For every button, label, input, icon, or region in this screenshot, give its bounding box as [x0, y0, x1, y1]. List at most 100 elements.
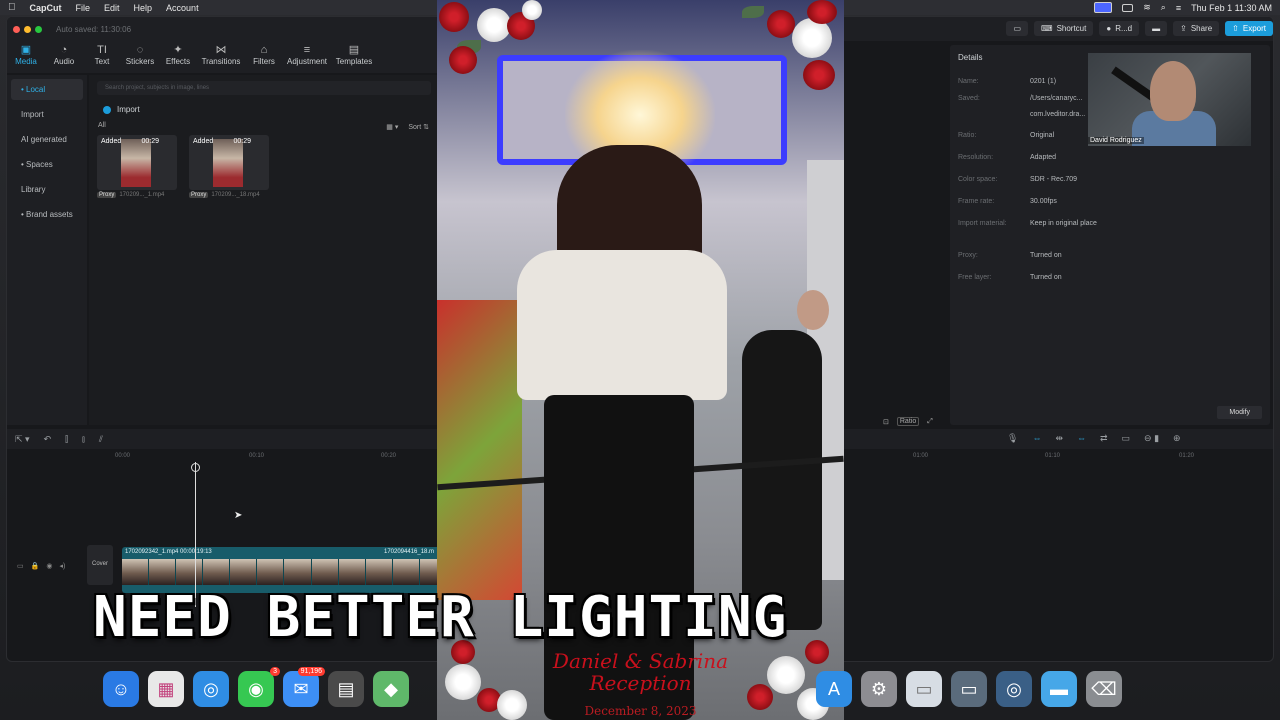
sidebar-item-spaces[interactable]: • Spaces [11, 154, 83, 175]
red-rose [439, 2, 469, 32]
dock-glyph: ◆ [384, 678, 398, 699]
screen-record-icon[interactable] [1094, 2, 1113, 13]
sidebar-item-ai-generated[interactable]: AI generated [11, 129, 83, 150]
tab-templates[interactable]: ▤ Templates [331, 41, 377, 73]
finder-icon[interactable]: ☺ [103, 671, 139, 707]
cover-button[interactable]: Cover [87, 545, 113, 585]
guest-man-head [797, 290, 829, 330]
sidebar-item-library[interactable]: Library [11, 179, 83, 200]
tab-text[interactable]: TI Text [83, 41, 121, 73]
menu-help[interactable]: Help [134, 3, 153, 13]
import-button[interactable]: Import [89, 101, 439, 118]
messages-icon[interactable]: ◉ 3 [238, 667, 280, 707]
split-right-icon[interactable]: ⫽ [99, 434, 103, 445]
export-button[interactable]: ⇧ Export [1225, 21, 1273, 36]
app-name[interactable]: CapCut [30, 3, 62, 13]
folder-icon[interactable]: ▬ [1041, 671, 1077, 707]
caption-icon[interactable]: ▭ [1122, 433, 1131, 444]
zoom-fit-icon[interactable]: ⊕ [1173, 433, 1181, 444]
mail-icon[interactable]: ✉ 91,196 [283, 667, 325, 707]
clip-duration: 00:29 [141, 138, 159, 145]
media-grid: Added 00:29 Proxy 170209..._1.mp4 Added 0… [89, 133, 439, 200]
tab-media[interactable]: ▣ Media [7, 41, 45, 73]
clock[interactable]: Thu Feb 1 11:30 AM [1191, 3, 1272, 13]
close-window-icon[interactable] [13, 25, 20, 33]
preview-icon[interactable]: ▭ [906, 671, 942, 707]
fullscreen-icon[interactable]: ⤢ [927, 418, 933, 426]
tab-label: Filters [253, 57, 275, 66]
red-rose [449, 46, 477, 74]
tab-audio[interactable]: ◔ Audio [45, 41, 83, 73]
tab-stickers[interactable]: ◌ Stickers [121, 41, 159, 73]
detail-value: Adapted [1030, 153, 1057, 161]
ruler-tick: 01:20 [1179, 453, 1195, 459]
pro-badge[interactable]: ▬ [1145, 21, 1168, 36]
align-icon[interactable]: ⇄ [1100, 433, 1108, 444]
calculator-icon[interactable]: ▤ [328, 671, 364, 707]
detail-value: com.lveditor.dra... [1030, 110, 1086, 118]
proxy-badge: Proxy [97, 192, 117, 198]
share-button[interactable]: ⇪ Share [1173, 21, 1220, 36]
magnet-icon[interactable]: ⇹ [1055, 433, 1063, 444]
grid-view-icon[interactable]: ▦ ▾ [386, 123, 398, 131]
view-controls: ▦ ▾ Sort ⇅ [386, 123, 429, 131]
sort-button[interactable]: Sort ⇅ [408, 123, 429, 131]
menu-account[interactable]: Account [166, 3, 199, 13]
wifi-icon[interactable]: ≋ [1143, 2, 1151, 13]
tab-adjustment[interactable]: ≡ Adjustment [283, 41, 331, 73]
eye-icon[interactable]: ◉ [46, 562, 52, 570]
tab-transitions[interactable]: ⋈ Transitions [197, 41, 245, 73]
split-icon[interactable]: ⫿ [65, 434, 68, 445]
shortcut-button[interactable]: ⌨ Shortcut [1034, 21, 1094, 36]
clip-filename: 170209..._18.mp4 [211, 192, 260, 198]
zoom-slider[interactable]: ⊖ ▮ [1144, 433, 1159, 444]
screenshot-icon[interactable]: ▭ [951, 671, 987, 707]
trash-icon[interactable]: ⌫ [1086, 671, 1122, 707]
snapshot-icon[interactable]: ⊡ [883, 418, 889, 426]
settings-icon[interactable]: ⚙ [861, 671, 897, 707]
track-hide-icon[interactable]: ▭ [17, 562, 24, 570]
launchpad-icon[interactable]: ▦ [148, 671, 184, 707]
zoom-window-icon[interactable] [35, 25, 42, 33]
safari-icon[interactable]: ◎ [193, 671, 229, 707]
select-tool-icon[interactable]: ⇱ ▾ [15, 434, 30, 445]
sidebar-item-local[interactable]: • Local [11, 79, 83, 100]
apple-icon[interactable]:  [8, 2, 16, 13]
frame [257, 559, 285, 585]
undo-icon[interactable]: ↶ [44, 434, 52, 445]
media-sidebar: • Local Import AI generated • Spaces Lib… [7, 75, 87, 425]
audio-mute-icon[interactable]: ◂) [59, 562, 65, 570]
modify-button[interactable]: Modify [1217, 406, 1262, 419]
minimize-window-icon[interactable] [24, 25, 31, 33]
clip-label: 1702094416_18.m [384, 549, 435, 555]
layout-button[interactable]: ▭ [1006, 21, 1029, 36]
menu-file[interactable]: File [76, 3, 91, 13]
stickers-icon: ◌ [136, 44, 144, 56]
tab-effects[interactable]: ✦ Effects [159, 41, 197, 73]
search-input[interactable]: Search project, subjects in image, lines [97, 81, 431, 95]
link-icon[interactable]: ⇔ [1032, 433, 1041, 444]
media-clip[interactable]: Added 00:29 Proxy 170209..._1.mp4 [97, 135, 177, 198]
maps-icon[interactable]: ◆ [373, 671, 409, 707]
tab-filters[interactable]: ⌂ Filters [245, 41, 283, 73]
clip-thumbnail: Added 00:29 [189, 135, 269, 190]
keyboard-icon: ⌨ [1041, 24, 1053, 33]
control-center-icon[interactable]: ≡ [1176, 3, 1181, 13]
ratio-button[interactable]: Ratio [896, 417, 920, 426]
account-button[interactable]: ● R...d [1099, 21, 1140, 36]
sidebar-item-import[interactable]: Import [11, 104, 83, 125]
battery-icon[interactable] [1122, 3, 1134, 12]
transitions-icon: ⋈ [215, 44, 227, 56]
sidebar-item-brand-assets[interactable]: • Brand assets [11, 204, 83, 225]
quicktime-icon[interactable]: ◎ [996, 671, 1032, 707]
menu-edit[interactable]: Edit [104, 3, 120, 13]
lock-icon[interactable]: 🔒 [31, 562, 40, 570]
appstore-icon[interactable]: A [816, 671, 852, 707]
snap-icon[interactable]: ⇔ [1077, 433, 1086, 444]
search-icon[interactable]: ⌕ [1161, 2, 1166, 13]
split-left-icon[interactable]: ⫾ [82, 434, 85, 445]
media-clip[interactable]: Added 00:29 Proxy 170209..._18.mp4 [189, 135, 269, 198]
detail-label: Color space: [958, 175, 998, 183]
dock-glyph: ◉ [248, 678, 264, 699]
microphone-icon[interactable]: 🎙 [1007, 433, 1018, 444]
